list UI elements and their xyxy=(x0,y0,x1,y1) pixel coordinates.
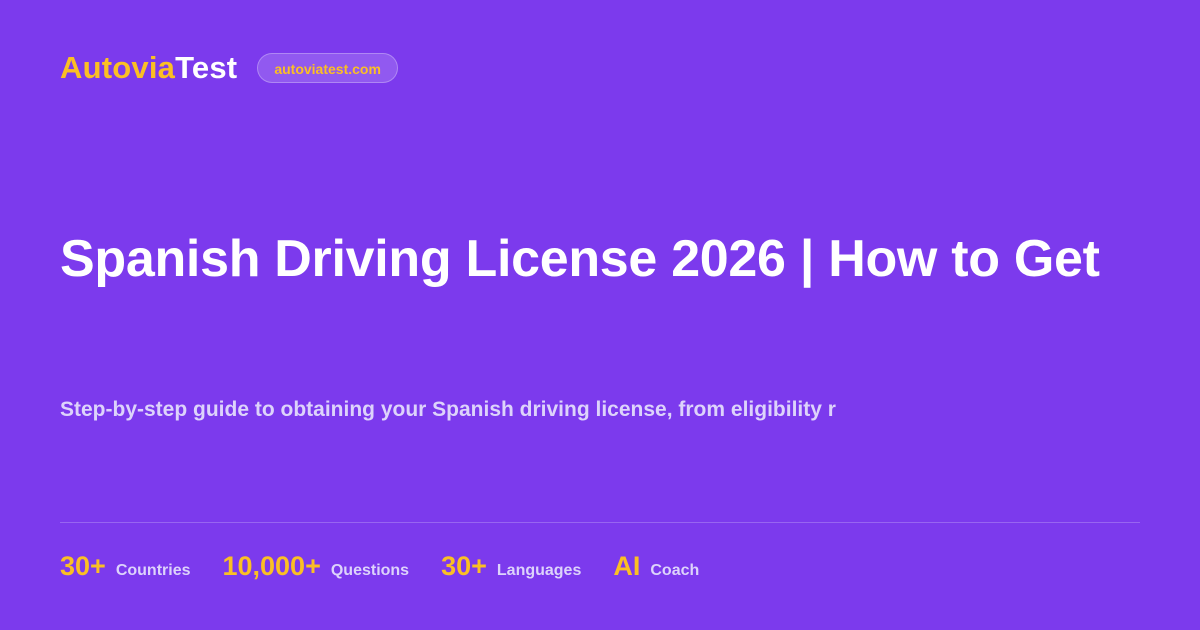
page-subtitle: Step-by-step guide to obtaining your Spa… xyxy=(60,398,836,421)
stat-label: Countries xyxy=(115,562,191,579)
stats-bar: 30+ Countries 10,000+ Questions 30+ Lang… xyxy=(60,548,731,589)
page-title: Spanish Driving License 2026 | How to Ge… xyxy=(60,230,1100,288)
brand-name-primary: Autovia xyxy=(60,50,176,85)
stat-questions: 10,000+ Questions xyxy=(222,548,409,589)
stat-value: 30+ xyxy=(60,551,106,581)
stat-value: 10,000+ xyxy=(222,551,321,581)
stat-label: Languages xyxy=(496,562,582,579)
header: AutoviaTest autoviatest.com xyxy=(60,48,398,88)
stat-label: Questions xyxy=(330,562,410,579)
brand-logo[interactable]: AutoviaTest xyxy=(60,48,237,88)
stat-countries: 30+ Countries xyxy=(60,548,190,589)
domain-badge[interactable]: autoviatest.com xyxy=(257,53,398,83)
stat-label: Coach xyxy=(650,562,700,579)
stat-value: 30+ xyxy=(441,551,487,581)
stat-value: AI xyxy=(613,551,641,581)
stat-coach: AI Coach xyxy=(613,548,699,589)
stat-languages: 30+ Languages xyxy=(441,548,581,589)
brand-name-secondary: Test xyxy=(175,50,238,85)
divider xyxy=(60,522,1140,523)
